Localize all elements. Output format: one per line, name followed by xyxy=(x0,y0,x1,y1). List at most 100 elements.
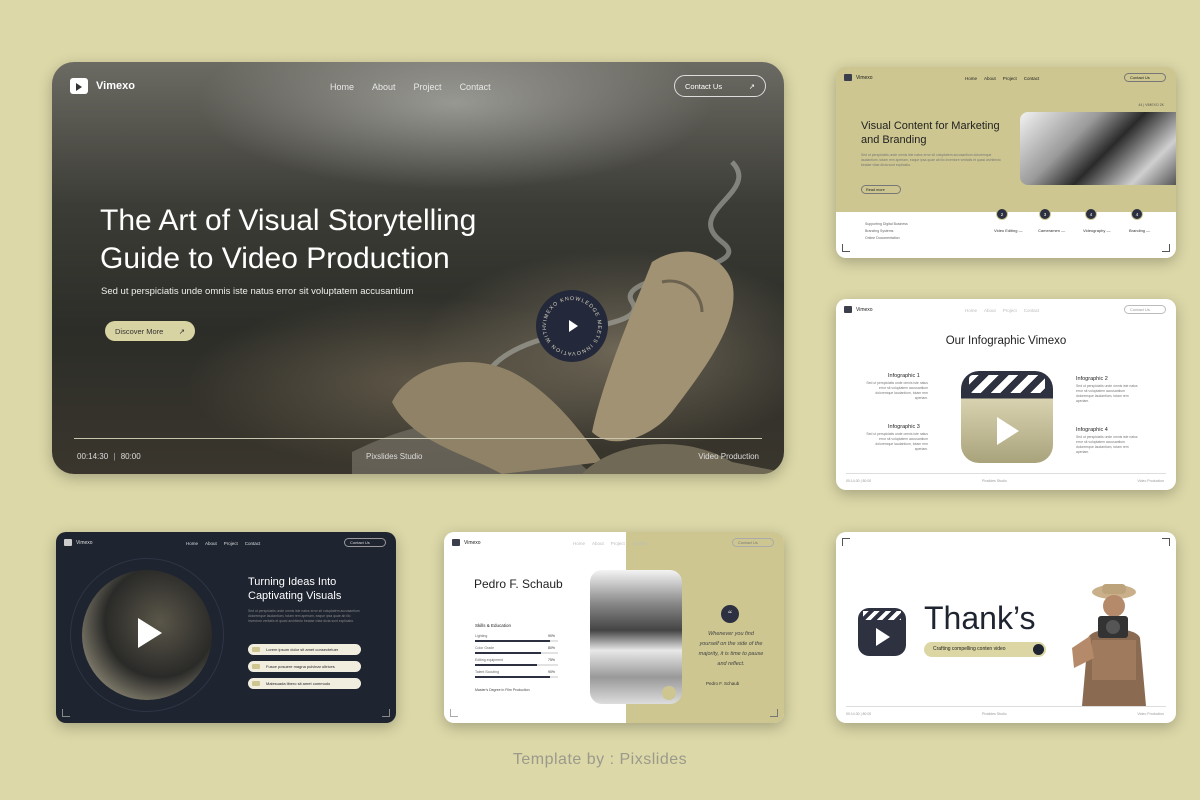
infographic-body: Sed ut perspiciatis unde omnis iste natu… xyxy=(1076,384,1138,403)
feature-pill-label: Fusce posuere magna pulvinar ultrices xyxy=(266,664,335,669)
slide-logo: Vimexo xyxy=(844,74,873,81)
slide-visual-content[interactable]: Vimexo Home About Project Contact Contac… xyxy=(836,67,1176,258)
clapperboard-icon xyxy=(844,74,852,81)
infographic-label: Infographic 3 xyxy=(888,424,920,430)
nav-project[interactable]: Project xyxy=(414,82,442,92)
slide-nav: Home About Project Contact xyxy=(965,76,1039,81)
feature-pill-label: Malesuada libero sit amet commodo xyxy=(266,681,331,686)
badge-text: VIMEXO KNOWLEDGE MEETS INNOVATION WITH xyxy=(542,296,601,356)
arrow-tag-icon xyxy=(252,664,260,669)
skill-fill xyxy=(475,652,542,654)
slide-thanks[interactable]: Thank’s Crafting compelling conten video… xyxy=(836,532,1176,723)
contact-us-label: Contact Us xyxy=(685,81,723,91)
cameraman-photo xyxy=(82,570,212,700)
slide-logo: Vimexo xyxy=(64,539,93,546)
footer-category: Video Production xyxy=(1137,712,1164,716)
step-label: Video Editing — xyxy=(994,228,1023,233)
corner-mark xyxy=(842,244,850,252)
timecode: 00:14:30 | 80:00 xyxy=(77,452,141,461)
brand-logo[interactable]: Vimexo xyxy=(70,78,135,94)
slide-infographic[interactable]: Vimexo Home About Project Contact Contac… xyxy=(836,299,1176,490)
step-marker: 3 xyxy=(1039,208,1051,220)
skill-bar xyxy=(475,676,558,678)
progress-line[interactable] xyxy=(74,438,762,439)
infographic-label: Infographic 2 xyxy=(1076,376,1108,382)
clapper-stripes xyxy=(863,611,901,620)
nav-contact[interactable]: Contact xyxy=(460,82,491,92)
feature-pill: Fusce posuere magna pulvinar ultrices xyxy=(248,661,361,672)
bullet-item: Supporting Digital Business xyxy=(865,222,908,226)
clapperboard-icon xyxy=(64,539,72,546)
hero-title-line2: Guide to Video Production xyxy=(100,242,450,275)
skill-label: Editing equipment xyxy=(475,658,504,662)
slide-nav-contact: Contact xyxy=(244,541,261,546)
step-marker: 4 xyxy=(1131,208,1143,220)
skill-fill xyxy=(475,640,550,642)
svg-text:VIMEXO KNOWLEDGE MEETS INNOVAT: VIMEXO KNOWLEDGE MEETS INNOVATION WITH xyxy=(542,296,602,356)
step-label: Videography — xyxy=(1083,228,1111,233)
read-more-button: Read more xyxy=(861,185,901,194)
slide-title: Visual Content for Marketing and Brandin… xyxy=(861,120,1000,146)
corner-mark xyxy=(382,709,390,717)
slide-nav: Home About Project Contact xyxy=(965,308,1039,313)
nav-about[interactable]: About xyxy=(372,82,396,92)
studio-label: Pixslides Studio xyxy=(366,452,423,461)
slide-nav-project: Project xyxy=(1002,308,1017,313)
circular-badge-text: VIMEXO KNOWLEDGE MEETS INNOVATION WITH xyxy=(542,296,602,356)
infographic-label: Infographic 4 xyxy=(1076,427,1108,433)
footer-timecode: 00:14:30 | 80:00 xyxy=(846,712,872,716)
slide-nav-about: About xyxy=(984,76,996,81)
profile-photo xyxy=(590,570,682,704)
corner-mark xyxy=(1162,244,1170,252)
slide-nav-home: Home xyxy=(186,541,199,546)
slide-bottom-band xyxy=(836,212,1176,258)
skill-label: Talent Scouting xyxy=(475,670,499,674)
nav-home[interactable]: Home xyxy=(330,82,354,92)
hero-subtitle: Sed ut perspiciatis unde omnis iste natu… xyxy=(101,286,414,297)
slide-logo: Vimexo xyxy=(452,539,481,546)
slide-nav-about: About xyxy=(984,308,996,313)
slide-profile[interactable]: Vimexo Home About Project Contact Contac… xyxy=(444,532,784,723)
play-badge-button[interactable]: VIMEXO KNOWLEDGE MEETS INNOVATION WITH xyxy=(536,290,608,362)
slide-contact-button: Contact Us xyxy=(1124,305,1166,314)
footer-studio: Pixslides Studio xyxy=(982,712,1007,716)
step-label: Cameramen — xyxy=(1038,228,1066,233)
corner-mark xyxy=(62,709,70,717)
corner-mark xyxy=(1162,538,1170,546)
timecode-duration: 80:00 xyxy=(120,452,141,461)
hero-title: The Art of Visual Storytelling Guide to … xyxy=(100,202,560,278)
skill-fill xyxy=(475,676,550,678)
contact-us-button[interactable]: Contact Us ↗ xyxy=(674,75,766,97)
tagline-text: Crafting compelling conten video xyxy=(933,646,1006,652)
template-credit: Template by : Pixslides xyxy=(512,751,688,768)
skill-bar xyxy=(475,664,558,666)
feature-pill: Malesuada libero sit amet commodo xyxy=(248,678,361,689)
tagline-pill: Crafting compelling conten video xyxy=(924,642,1046,657)
skills-heading: Skills & Education xyxy=(475,623,512,628)
arrow-tag-icon xyxy=(252,647,260,652)
slide-dark-ideas[interactable]: Vimexo Home About Project Contact Contac… xyxy=(56,532,396,723)
slide-nav-home: Home xyxy=(965,76,978,81)
profile-name: Pedro F. Schaub xyxy=(474,577,563,591)
arrow-up-right-icon xyxy=(662,686,676,700)
arrow-up-right-icon: ↗ xyxy=(178,326,185,336)
footer-studio: Pixslides Studio xyxy=(982,479,1007,483)
arrow-up-right-icon: ↗ xyxy=(748,81,755,91)
infographic-body: Sed ut perspiciatis unde omnis iste natu… xyxy=(866,381,928,400)
quote-author: Pedro F. Schaub xyxy=(706,681,740,686)
skill-percent: 75% xyxy=(548,658,556,662)
slide-brand-name: Vimexo xyxy=(856,74,873,81)
main-nav: Home About Project Contact xyxy=(330,82,491,92)
slide-brand-name: Vimexo xyxy=(856,306,873,313)
slide-nav-project: Project xyxy=(610,541,625,546)
discover-more-button[interactable]: Discover More ↗ xyxy=(105,321,195,341)
infographic-label: Infographic 1 xyxy=(888,373,920,379)
slide-nav: Home About Project Contact xyxy=(186,541,260,546)
slide-nav-contact: Contact xyxy=(1023,76,1040,81)
skill-bar xyxy=(475,652,558,654)
slide-nav-home: Home xyxy=(573,541,586,546)
discover-more-label: Discover More xyxy=(115,326,164,336)
slide-body: Sed ut perspiciatis unde omnis iste natu… xyxy=(248,609,360,623)
footer-divider xyxy=(846,473,1166,474)
skill-label: Lighting xyxy=(475,634,488,638)
